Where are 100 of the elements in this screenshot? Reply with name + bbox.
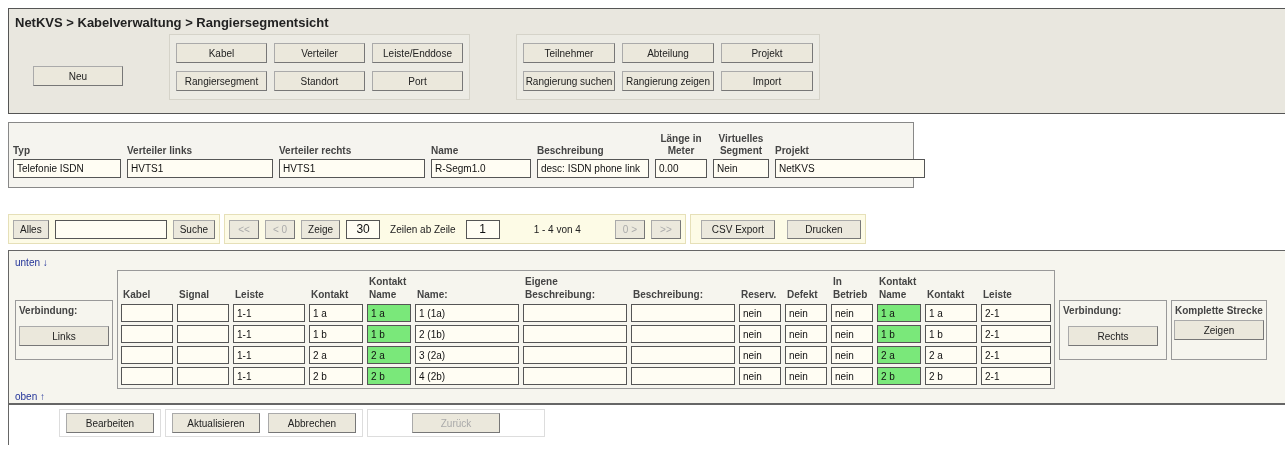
table-cell[interactable]: 2-1 — [981, 367, 1051, 385]
table-cell[interactable]: 1-1 — [233, 325, 305, 343]
table-cell[interactable] — [631, 346, 735, 364]
table-cell[interactable] — [631, 367, 735, 385]
left-button[interactable]: Links — [19, 326, 109, 346]
table-cell[interactable]: 1 b — [877, 325, 921, 343]
table-cell[interactable]: 2-1 — [981, 325, 1051, 343]
table-cell[interactable]: 1 a — [877, 304, 921, 322]
table-cell[interactable]: nein — [739, 367, 781, 385]
nav-button[interactable]: Rangierung zeigen — [622, 71, 714, 91]
table-cell[interactable]: nein — [785, 346, 827, 364]
table-cell[interactable]: 1 a — [309, 304, 363, 322]
new-button[interactable]: Neu — [33, 66, 123, 86]
table-cell[interactable]: 2 a — [309, 346, 363, 364]
nav-button[interactable]: Rangiersegment — [176, 71, 267, 91]
column-header: Kontakt Name — [878, 275, 918, 301]
search-field[interactable] — [54, 219, 167, 239]
table-cell[interactable]: 2 (1b) — [415, 325, 519, 343]
show-route-button[interactable]: Zeigen — [1174, 320, 1264, 340]
table-cell[interactable]: 4 (2b) — [415, 367, 519, 385]
table-cell[interactable]: nein — [739, 304, 781, 322]
nav-button[interactable]: Rangierung suchen — [523, 71, 615, 91]
action-button[interactable]: Aktualisieren — [172, 413, 260, 433]
text-field[interactable]: Telefonie ISDN — [13, 159, 121, 178]
right-button[interactable]: Rechts — [1068, 326, 1158, 346]
table-cell[interactable] — [523, 325, 627, 343]
action-button[interactable]: Abbrechen — [268, 413, 356, 433]
table-cell[interactable] — [177, 304, 229, 322]
table-cell[interactable]: 1-1 — [233, 367, 305, 385]
nav-button[interactable]: Import — [721, 71, 813, 91]
start-row-field[interactable]: 1 — [465, 219, 500, 239]
table-cell[interactable] — [631, 325, 735, 343]
table-cell[interactable]: 1-1 — [233, 304, 305, 322]
text-field[interactable]: Nein — [713, 159, 769, 178]
table-cell[interactable]: 2 b — [309, 367, 363, 385]
text-field[interactable]: R-Segm1.0 — [431, 159, 531, 178]
table-cell[interactable]: 1 a — [925, 304, 977, 322]
table-cell[interactable] — [121, 304, 173, 322]
column-header: Kontakt — [926, 288, 966, 301]
export-button[interactable]: CSV Export — [700, 219, 775, 239]
show-button[interactable]: Zeige — [301, 219, 341, 239]
rows-field[interactable]: 30 — [346, 219, 381, 239]
text-field[interactable]: 0.00 — [655, 159, 707, 178]
nav-button[interactable]: Projekt — [721, 43, 813, 63]
table-cell[interactable] — [177, 325, 229, 343]
table-cell[interactable]: 2 b — [367, 367, 411, 385]
up-link[interactable]: oben ↑ — [15, 391, 46, 402]
table-cell[interactable]: 2 a — [925, 346, 977, 364]
table-cell[interactable]: 2-1 — [981, 304, 1051, 322]
action-button[interactable]: Bearbeiten — [66, 413, 154, 433]
table-cell[interactable]: nein — [785, 325, 827, 343]
table-cell[interactable]: 1 a — [367, 304, 411, 322]
text-field[interactable]: HVTS1 — [279, 159, 425, 178]
nav-button[interactable]: Standort — [274, 71, 365, 91]
page-title: NetKVS > Kabelverwaltung > Rangiersegmentsicht — [14, 14, 330, 30]
table-cell[interactable] — [523, 304, 627, 322]
text-field[interactable]: HVTS1 — [127, 159, 273, 178]
text-field[interactable]: desc: ISDN phone link — [537, 159, 649, 178]
table-cell[interactable]: nein — [785, 367, 827, 385]
field-label: Projekt — [775, 145, 810, 157]
table-cell[interactable]: 3 (2a) — [415, 346, 519, 364]
nav-button[interactable]: Teilnehmer — [523, 43, 615, 63]
all-button[interactable]: Alles — [13, 219, 49, 239]
table-cell[interactable]: nein — [831, 325, 873, 343]
table-cell[interactable] — [121, 367, 173, 385]
table-cell[interactable]: nein — [831, 346, 873, 364]
nav-button[interactable]: Port — [372, 71, 463, 91]
column-header: Beschreibung: — [632, 288, 704, 301]
text-field[interactable]: NetKVS — [775, 159, 925, 178]
table-cell[interactable]: 2 a — [877, 346, 921, 364]
table-cell[interactable]: nein — [785, 304, 827, 322]
nav-button[interactable]: Kabel — [176, 43, 267, 63]
table-cell[interactable] — [121, 325, 173, 343]
table-cell[interactable]: 2 b — [877, 367, 921, 385]
rows-label: Zeilen ab Zeile — [389, 223, 457, 235]
table-cell[interactable]: nein — [831, 367, 873, 385]
table-cell[interactable]: 2 b — [925, 367, 977, 385]
table-cell[interactable]: 2-1 — [981, 346, 1051, 364]
table-cell[interactable] — [121, 346, 173, 364]
table-cell[interactable] — [523, 346, 627, 364]
table-cell[interactable] — [631, 304, 735, 322]
nav-button[interactable]: Abteilung — [622, 43, 714, 63]
table-cell[interactable]: 2 a — [367, 346, 411, 364]
field-label: Beschreibung — [537, 145, 605, 157]
table-cell[interactable] — [177, 346, 229, 364]
down-link[interactable]: unten ↓ — [15, 257, 48, 268]
export-button[interactable]: Drucken — [786, 219, 861, 239]
nav-button[interactable]: Verteiler — [274, 43, 365, 63]
table-cell[interactable]: 1 b — [925, 325, 977, 343]
table-cell[interactable]: 1 b — [367, 325, 411, 343]
table-cell[interactable]: nein — [831, 304, 873, 322]
table-cell[interactable]: 1 b — [309, 325, 363, 343]
table-cell[interactable]: nein — [739, 325, 781, 343]
table-cell[interactable] — [523, 367, 627, 385]
table-cell[interactable] — [177, 367, 229, 385]
search-button[interactable]: Suche — [172, 219, 216, 239]
nav-button[interactable]: Leiste/Enddose — [372, 43, 463, 63]
table-cell[interactable]: nein — [739, 346, 781, 364]
table-cell[interactable]: 1 (1a) — [415, 304, 519, 322]
table-cell[interactable]: 1-1 — [233, 346, 305, 364]
